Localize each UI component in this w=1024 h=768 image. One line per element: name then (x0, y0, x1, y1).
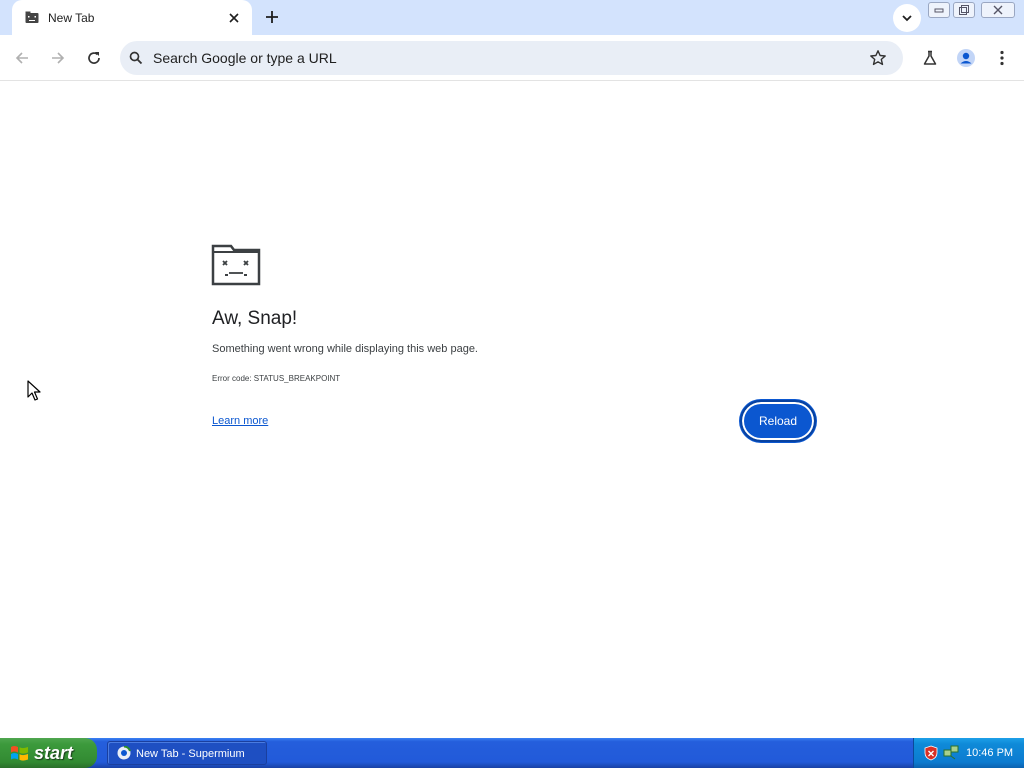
close-icon (993, 5, 1003, 15)
start-button[interactable]: start (0, 738, 97, 768)
mouse-cursor-icon (27, 380, 41, 407)
learn-more-link[interactable]: Learn more (212, 414, 268, 428)
arrow-right-icon (52, 52, 65, 64)
menu-button[interactable] (988, 44, 1016, 72)
tab-search-button[interactable] (893, 4, 921, 32)
error-title: Aw, Snap! (212, 308, 298, 329)
address-bar-placeholder: Search Google or type a URL (153, 50, 337, 66)
taskbar: start New Tab - Supermium 10:46 PM (0, 738, 1024, 768)
reload-button[interactable] (80, 44, 108, 72)
forward-button[interactable] (44, 44, 72, 72)
network-icon[interactable] (943, 745, 959, 766)
taskbar-item-supermium[interactable]: New Tab - Supermium (107, 741, 267, 765)
error-code: Error code: STATUS_BREAKPOINT (212, 374, 341, 383)
kebab-menu-icon (1000, 50, 1004, 66)
taskbar-clock: 10:46 PM (966, 747, 1014, 759)
windows-logo-icon (10, 744, 29, 767)
close-tab-icon[interactable] (224, 8, 244, 28)
labs-button[interactable] (916, 44, 944, 72)
back-button[interactable] (8, 44, 36, 72)
flask-icon (923, 50, 937, 65)
search-icon (128, 50, 144, 71)
reload-icon (88, 52, 100, 64)
reload-page-button[interactable]: Reload (740, 400, 816, 442)
bookmark-star-icon[interactable] (869, 49, 887, 72)
tab-strip: New Tab (0, 0, 1024, 35)
minimize-button[interactable] (928, 2, 950, 18)
plus-icon (266, 11, 278, 23)
sad-tab-icon (24, 10, 40, 26)
address-bar[interactable]: Search Google or type a URL (120, 41, 903, 75)
new-tab-button[interactable] (261, 6, 283, 28)
start-label: start (34, 743, 74, 763)
toolbar: Search Google or type a URL (0, 35, 1024, 81)
security-shield-icon[interactable] (924, 745, 938, 766)
restore-icon (959, 5, 969, 15)
taskbar-item-label: New Tab - Supermium (136, 748, 245, 760)
profile-icon (957, 49, 975, 67)
sad-tab-illustration (211, 244, 261, 291)
minimize-icon (934, 8, 944, 13)
tab-title: New Tab (48, 11, 95, 25)
tab-new-tab[interactable]: New Tab (12, 0, 252, 35)
arrow-left-icon (15, 52, 28, 64)
profile-button[interactable] (952, 44, 980, 72)
system-tray: 10:46 PM (913, 738, 1024, 768)
error-message: Something went wrong while displaying th… (212, 343, 478, 355)
supermium-icon (117, 745, 131, 765)
chevron-down-icon (902, 15, 912, 22)
restore-button[interactable] (953, 2, 975, 18)
close-window-button[interactable] (981, 2, 1015, 18)
